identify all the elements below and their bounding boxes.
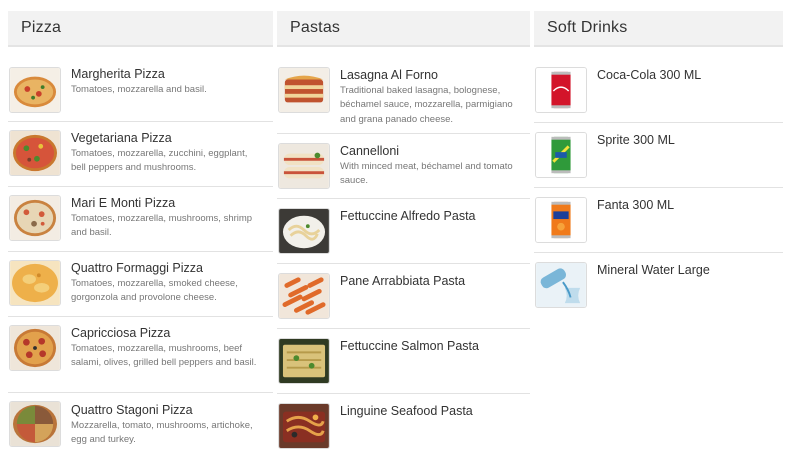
margherita-pizza-image [9,67,61,113]
category-header-pastas: Pastas [277,11,530,47]
fanta-can-image [535,197,587,243]
menu-item[interactable]: Fettuccine Salmon Pasta [277,329,530,394]
menu-item[interactable]: Linguine Seafood Pasta [277,394,530,454]
category-header-soft-drinks: Soft Drinks [534,11,783,47]
pizza-category: Pizza Margherita Pizza Tomatoes, mozzare… [8,11,273,453]
capricciosa-pizza-image [9,325,61,371]
item-name: Cannelloni [340,144,400,158]
item-name: Lasagna Al Forno [340,68,438,82]
item-description: Tomatoes, mozzarella, zucchini, eggplant… [71,148,248,174]
coca-cola-can-image [535,67,587,113]
item-name: Mineral Water Large [597,263,710,277]
menu-item[interactable]: Lasagna Al Forno Traditional baked lasag… [277,58,530,134]
item-name: Quattro Formaggi Pizza [71,261,203,275]
item-description: Tomatoes, mozzarella, mushrooms, shrimp … [71,213,253,239]
sprite-can-image [535,132,587,178]
lasagna-image [278,67,330,113]
menu-item[interactable]: Vegetariana Pizza Tomatoes, mozzarella, … [8,122,273,187]
menu-item[interactable]: Mineral Water Large [534,253,783,313]
mineral-water-image [535,262,587,308]
menu-item[interactable]: Mari E Monti Pizza Tomatoes, mozzarella,… [8,187,273,252]
menu-item[interactable]: Quattro Formaggi Pizza Tomatoes, mozzare… [8,252,273,317]
item-name: Margherita Pizza [71,67,165,81]
item-name: Sprite 300 ML [597,133,675,147]
quattro-stagoni-pizza-image [9,401,61,447]
vegetariana-pizza-image [9,130,61,176]
menu-item[interactable]: Coca-Cola 300 ML [534,58,783,123]
item-name: Capricciosa Pizza [71,326,171,340]
soft-drinks-category: Soft Drinks Coca-Cola 300 ML Sprite 300 … [534,11,783,313]
item-name: Quattro Stagoni Pizza [71,403,193,417]
menu-item[interactable]: Margherita Pizza Tomatoes, mozzarella an… [8,58,273,122]
category-header-pizza: Pizza [8,11,273,47]
quattro-formaggi-pizza-image [9,260,61,306]
item-description: Traditional baked lasagna, bolognese, bé… [340,85,513,125]
menu-item[interactable]: Pane Arrabbiata Pasta [277,264,530,329]
item-name: Fettuccine Alfredo Pasta [340,209,476,223]
arrabbiata-pasta-image [278,273,330,319]
cannelloni-image [278,143,330,189]
item-name: Vegetariana Pizza [71,131,172,145]
pastas-category: Pastas Lasagna Al Forno Traditional bake… [277,11,530,454]
drinks-list: Coca-Cola 300 ML Sprite 300 ML Fanta 300… [534,58,783,313]
item-description: Tomatoes, mozzarella and basil. [71,84,207,95]
item-description: With minced meat, béchamel and tomato sa… [340,161,513,187]
item-name: Pane Arrabbiata Pasta [340,274,466,288]
menu-item[interactable]: Cannelloni With minced meat, béchamel an… [277,134,530,199]
seafood-pasta-image [278,403,330,449]
menu-item[interactable]: Quattro Stagoni Pizza Mozzarella, tomato… [8,393,273,453]
menu-item[interactable]: Fanta 300 ML [534,188,783,253]
item-name: Mari E Monti Pizza [71,196,176,210]
item-description: Mozzarella, tomato, mushrooms, artichoke… [71,420,253,446]
mari-e-monti-pizza-image [9,195,61,241]
menu-item[interactable]: Fettuccine Alfredo Pasta [277,199,530,264]
salmon-pasta-image [278,338,330,384]
item-name: Fettuccine Salmon Pasta [340,339,479,353]
menu-item[interactable]: Capricciosa Pizza Tomatoes, mozzarella, … [8,317,273,393]
item-description: Tomatoes, mozzarella, mushrooms, beef sa… [71,343,257,369]
item-description: Tomatoes, mozzarella, smoked cheese, gor… [71,278,238,304]
fettuccine-alfredo-image [278,208,330,254]
pastas-list: Lasagna Al Forno Traditional baked lasag… [277,58,530,454]
pizza-list: Margherita Pizza Tomatoes, mozzarella an… [8,58,273,453]
item-name: Coca-Cola 300 ML [597,68,702,82]
item-name: Fanta 300 ML [597,198,675,212]
menu-item[interactable]: Sprite 300 ML [534,123,783,188]
item-name: Linguine Seafood Pasta [340,404,473,418]
